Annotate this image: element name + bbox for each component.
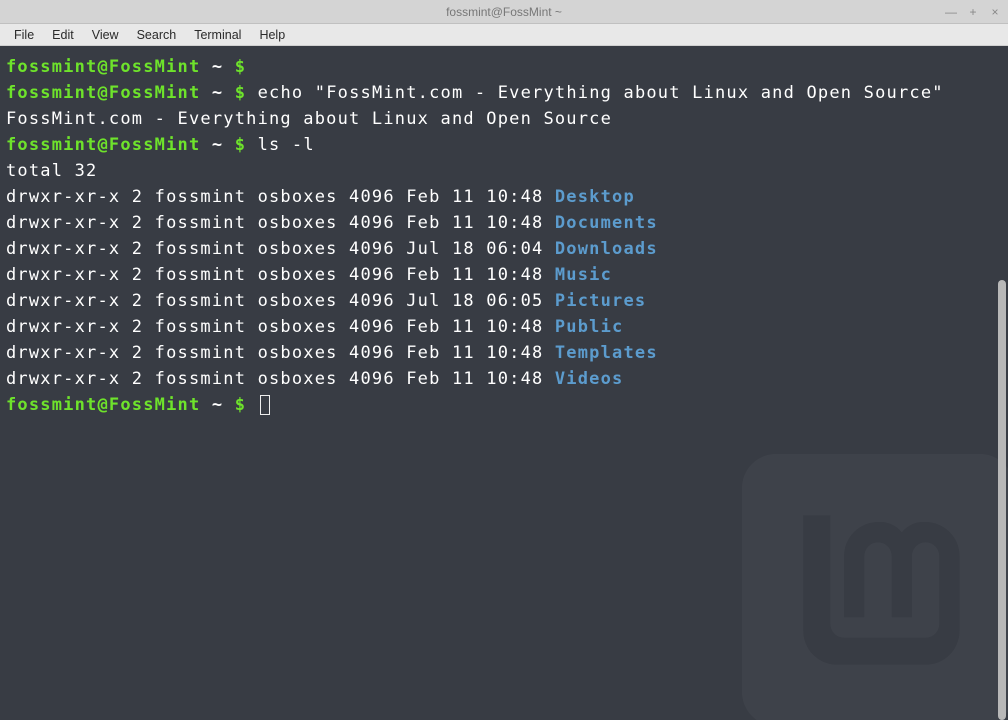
- menubar: File Edit View Search Terminal Help: [0, 24, 1008, 46]
- prompt-path: ~: [200, 395, 234, 415]
- terminal-line: fossmint@FossMint ~ $ echo "FossMint.com…: [6, 80, 1002, 106]
- window-title: fossmint@FossMint ~: [446, 5, 562, 19]
- directory-name: Downloads: [555, 239, 658, 259]
- directory-name: Templates: [555, 343, 658, 363]
- file-meta: drwxr-xr-x 2 fossmint osboxes 4096 Jul 1…: [6, 291, 555, 311]
- prompt-path: ~: [200, 57, 234, 77]
- listing-row: drwxr-xr-x 2 fossmint osboxes 4096 Feb 1…: [6, 184, 1002, 210]
- linux-mint-watermark-icon: [708, 420, 1008, 720]
- maximize-icon[interactable]: +: [966, 5, 980, 19]
- menu-edit[interactable]: Edit: [44, 26, 82, 44]
- close-icon[interactable]: ×: [988, 5, 1002, 19]
- prompt-user: fossmint@FossMint: [6, 135, 200, 155]
- directory-name: Desktop: [555, 187, 635, 207]
- cursor-icon: [260, 395, 270, 415]
- menu-file[interactable]: File: [6, 26, 42, 44]
- menu-help[interactable]: Help: [251, 26, 293, 44]
- prompt-user: fossmint@FossMint: [6, 57, 200, 77]
- terminal-line: fossmint@FossMint ~ $ ls -l: [6, 132, 1002, 158]
- scrollbar[interactable]: [998, 46, 1006, 718]
- file-meta: drwxr-xr-x 2 fossmint osboxes 4096 Feb 1…: [6, 343, 555, 363]
- terminal-output: total 32: [6, 158, 1002, 184]
- window-controls: — + ×: [944, 5, 1002, 19]
- file-meta: drwxr-xr-x 2 fossmint osboxes 4096 Feb 1…: [6, 187, 555, 207]
- prompt-dollar: $: [235, 57, 246, 77]
- command-text: echo "FossMint.com - Everything about Li…: [246, 83, 944, 103]
- scrollbar-thumb[interactable]: [998, 280, 1006, 720]
- file-meta: drwxr-xr-x 2 fossmint osboxes 4096 Jul 1…: [6, 239, 555, 259]
- terminal-line: fossmint@FossMint ~ $: [6, 392, 1002, 418]
- command-text: [246, 57, 257, 77]
- terminal-viewport[interactable]: fossmint@FossMint ~ $ fossmint@FossMint …: [0, 46, 1008, 720]
- command-text: ls -l: [246, 135, 315, 155]
- listing-row: drwxr-xr-x 2 fossmint osboxes 4096 Feb 1…: [6, 340, 1002, 366]
- file-meta: drwxr-xr-x 2 fossmint osboxes 4096 Feb 1…: [6, 369, 555, 389]
- directory-name: Videos: [555, 369, 624, 389]
- file-meta: drwxr-xr-x 2 fossmint osboxes 4096 Feb 1…: [6, 317, 555, 337]
- titlebar: fossmint@FossMint ~ — + ×: [0, 0, 1008, 24]
- menu-search[interactable]: Search: [129, 26, 185, 44]
- directory-name: Music: [555, 265, 612, 285]
- listing-row: drwxr-xr-x 2 fossmint osboxes 4096 Feb 1…: [6, 314, 1002, 340]
- menu-view[interactable]: View: [84, 26, 127, 44]
- prompt-user: fossmint@FossMint: [6, 83, 200, 103]
- listing-row: drwxr-xr-x 2 fossmint osboxes 4096 Jul 1…: [6, 236, 1002, 262]
- directory-name: Public: [555, 317, 624, 337]
- listing-row: drwxr-xr-x 2 fossmint osboxes 4096 Jul 1…: [6, 288, 1002, 314]
- minimize-icon[interactable]: —: [944, 5, 958, 19]
- command-text: [246, 395, 257, 415]
- prompt-dollar: $: [235, 395, 246, 415]
- menu-terminal[interactable]: Terminal: [186, 26, 249, 44]
- listing-row: drwxr-xr-x 2 fossmint osboxes 4096 Feb 1…: [6, 210, 1002, 236]
- prompt-path: ~: [200, 83, 234, 103]
- terminal-line: fossmint@FossMint ~ $: [6, 54, 1002, 80]
- prompt-user: fossmint@FossMint: [6, 395, 200, 415]
- file-meta: drwxr-xr-x 2 fossmint osboxes 4096 Feb 1…: [6, 265, 555, 285]
- directory-name: Documents: [555, 213, 658, 233]
- terminal-output: FossMint.com - Everything about Linux an…: [6, 106, 1002, 132]
- prompt-dollar: $: [235, 83, 246, 103]
- prompt-path: ~: [200, 135, 234, 155]
- directory-name: Pictures: [555, 291, 646, 311]
- listing-row: drwxr-xr-x 2 fossmint osboxes 4096 Feb 1…: [6, 366, 1002, 392]
- prompt-dollar: $: [235, 135, 246, 155]
- file-meta: drwxr-xr-x 2 fossmint osboxes 4096 Feb 1…: [6, 213, 555, 233]
- listing-row: drwxr-xr-x 2 fossmint osboxes 4096 Feb 1…: [6, 262, 1002, 288]
